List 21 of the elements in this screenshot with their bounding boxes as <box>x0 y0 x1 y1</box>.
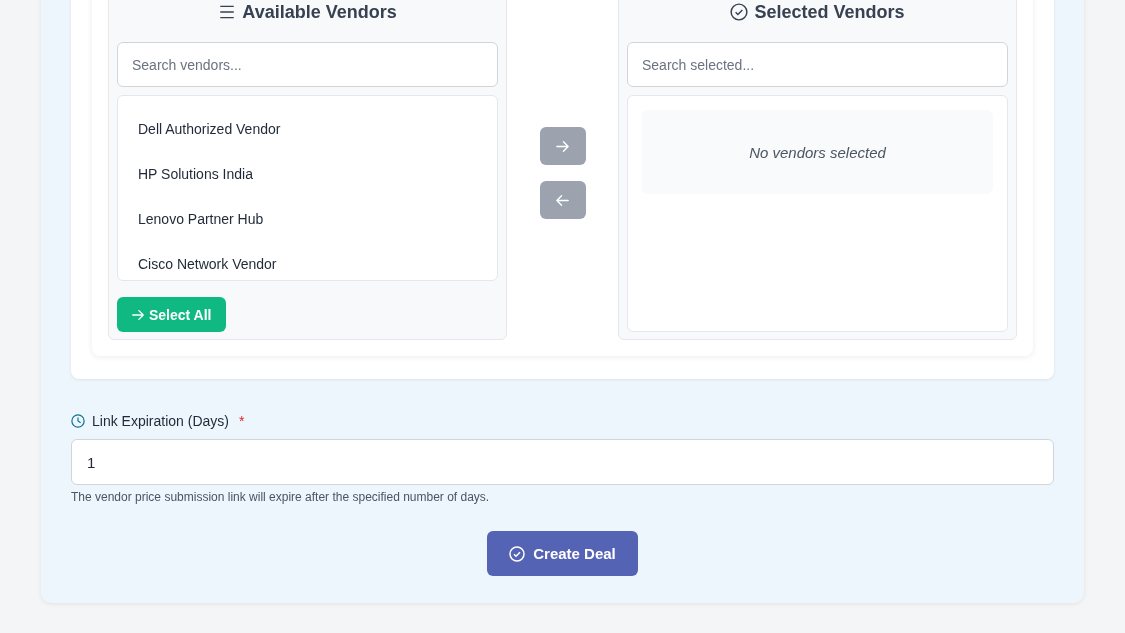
search-field[interactable]: Search selected... <box>627 42 1008 87</box>
vendor-item[interactable]: Cisco Network Vendor <box>118 241 497 280</box>
empty-message: No vendors selected <box>642 110 993 194</box>
check-circle-icon <box>509 545 526 562</box>
panel-title: Available Vendors <box>242 1 397 23</box>
check-circle-icon <box>730 3 749 21</box>
vendor-item[interactable]: HP Solutions India <box>118 151 497 196</box>
arrow-right-icon <box>555 138 570 154</box>
clock-icon <box>71 414 85 428</box>
panel-title: Selected Vendors <box>754 1 905 23</box>
create-deal-button[interactable]: Create Deal <box>487 531 638 576</box>
vendor-item[interactable]: Dell Authorized Vendor <box>118 106 497 151</box>
required-mark: * <box>238 413 245 429</box>
help-text: The vendor price submission link will expire after the specified number of days. <box>71 490 491 504</box>
vendor-item[interactable]: Lenovo Partner Hub <box>118 196 497 241</box>
input-field[interactable]: 1 <box>71 439 1054 485</box>
menu-icon <box>218 3 237 21</box>
search-field[interactable]: Search vendors... <box>117 42 498 87</box>
arrow-right-icon <box>131 307 145 322</box>
field-label: Link Expiration (Days) <box>92 413 229 429</box>
arrow-left-icon <box>555 192 570 208</box>
